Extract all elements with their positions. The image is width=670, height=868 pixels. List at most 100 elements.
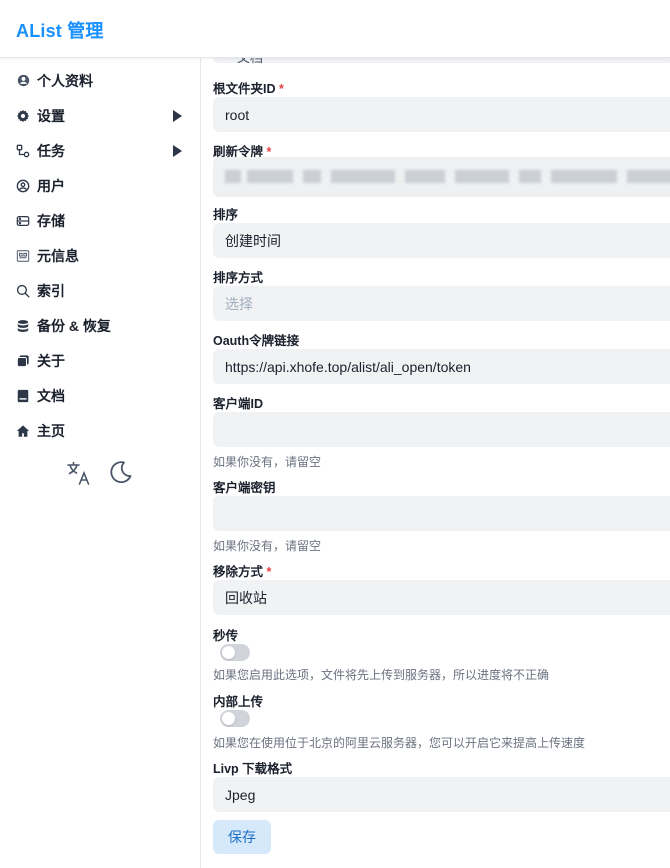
blurred-segment (247, 170, 293, 183)
sidebar-item-label: 索引 (37, 282, 65, 299)
blurred-segment (551, 170, 617, 183)
search-icon (16, 284, 30, 298)
header-bar: AList 管理 (0, 0, 670, 58)
chevron-right-icon (173, 109, 182, 122)
required-mark: * (266, 565, 272, 579)
translate-icon (65, 461, 93, 491)
app-logo[interactable]: AList 管理 (16, 17, 104, 43)
sidebar-item-storage[interactable]: 存储 (0, 203, 200, 238)
blurred-segment (225, 170, 241, 183)
client-secret-help: 如果你没有，请留空 (213, 539, 322, 553)
order-by-select[interactable]: 创建时间 (213, 223, 670, 258)
label-text: Oauth令牌链接 (213, 334, 300, 348)
user-icon (16, 179, 30, 193)
internal-upload-label: 内部上传 (213, 691, 263, 710)
sidebar-item-label: 个人资料 (37, 72, 93, 89)
blurred-segment (303, 170, 321, 183)
label-text: 排序 (213, 208, 239, 222)
label-text: 客户端ID (213, 397, 264, 411)
internal-upload-toggle[interactable] (220, 710, 250, 727)
book-icon (16, 389, 30, 403)
sidebar-item-profile[interactable]: 个人资料 (0, 63, 200, 98)
save-button[interactable]: 保存 (213, 820, 271, 854)
label-text: 根文件夹ID (213, 82, 276, 96)
label-text: 排序方式 (213, 271, 264, 285)
order-direction-select[interactable]: 选择 (213, 286, 670, 321)
select-placeholder: 选择 (225, 295, 253, 312)
field-value: https://api.xhofe.top/alist/ali_open/tok… (225, 358, 471, 375)
meta-icon (16, 249, 30, 263)
internal-upload-help: 如果您在使用位于北京的阿里云服务器，您可以开启它来提高上传速度 (213, 736, 586, 750)
livp-format-select[interactable]: Jpeg (213, 777, 670, 812)
tasks-icon (16, 144, 30, 158)
refresh-token-input[interactable] (213, 157, 670, 197)
label-text: 秒传 (213, 629, 239, 643)
sidebar-item-label: 主页 (37, 422, 65, 439)
rapid-upload-help: 如果您启用此选项，文件将先上传到服务器，所以进度将不正确 (213, 668, 550, 682)
sidebar-item-label: 元信息 (37, 247, 79, 264)
sidebar-item-label: 文档 (37, 387, 65, 404)
blurred-segment (627, 170, 670, 183)
theme-toggle-button[interactable] (107, 459, 137, 489)
client-secret-input[interactable] (213, 496, 670, 531)
language-button[interactable] (65, 459, 95, 489)
sidebar-item-home[interactable]: 主页 (0, 413, 200, 448)
sidebar-tools (0, 459, 200, 489)
field-partial-value: 文档 (237, 57, 264, 65)
order-direction-label: 排序方式 (213, 267, 263, 286)
sidebar-item-label: 任务 (37, 142, 65, 159)
sidebar-item-backup-restore[interactable]: 备份 & 恢复 (0, 308, 200, 343)
sidebar-item-docs[interactable]: 文档 (0, 378, 200, 413)
user-circle-icon (16, 74, 30, 88)
sidebar-item-label: 关于 (37, 352, 65, 369)
main-content: 文档 根文件夹ID * root 刷新令牌 * 排序 创建时间 排序方式 选择 … (201, 57, 670, 868)
home-icon (16, 424, 30, 438)
livp-format-label: Livp 下载格式 (213, 758, 292, 777)
blurred-segment (405, 170, 445, 183)
rapid-upload-toggle[interactable] (220, 644, 250, 661)
sidebar-item-label: 设置 (37, 107, 65, 124)
label-text: 内部上传 (213, 695, 264, 709)
blurred-segment (455, 170, 509, 183)
moon-icon (107, 461, 133, 489)
gear-icon (16, 109, 30, 123)
sidebar-item-settings[interactable]: 设置 (0, 98, 200, 133)
chevron-right-icon (173, 144, 182, 157)
root-folder-id-input[interactable]: root (213, 97, 670, 132)
sidebar-item-tasks[interactable]: 任务 (0, 133, 200, 168)
database-icon (16, 214, 30, 228)
blurred-segment (331, 170, 395, 183)
sidebar-item-label: 备份 & 恢复 (37, 317, 111, 334)
rapid-upload-label: 秒传 (213, 625, 238, 644)
required-mark: * (279, 82, 284, 96)
field-value: Jpeg (225, 786, 256, 803)
remove-way-label: 移除方式 * (213, 561, 271, 580)
oauth-token-url-input[interactable]: https://api.xhofe.top/alist/ali_open/tok… (213, 349, 670, 384)
client-id-help: 如果你没有，请留空 (213, 455, 322, 469)
backup-icon (16, 319, 30, 333)
order-by-label: 排序 (213, 204, 238, 223)
toggle-knob (222, 646, 235, 659)
sidebar-item-index[interactable]: 索引 (0, 273, 200, 308)
sidebar-item-label: 存储 (37, 212, 65, 229)
oauth-token-url-label: Oauth令牌链接 (213, 330, 299, 349)
label-text: 客户端密钥 (213, 481, 276, 495)
label-text: Livp 下载格式 (213, 762, 293, 776)
info-icon (16, 354, 30, 368)
client-id-label: 客户端ID (213, 393, 263, 412)
field-value: 创建时间 (225, 232, 281, 249)
sidebar-item-about[interactable]: 关于 (0, 343, 200, 378)
blurred-segment (519, 170, 541, 183)
sidebar-item-meta[interactable]: 元信息 (0, 238, 200, 273)
client-secret-label: 客户端密钥 (213, 477, 276, 496)
field-value: 回收站 (225, 589, 267, 606)
sidebar: 个人资料 设置 任务 用户 存储 元信息 索引 备份 & 恢复 关于 文档 主页 (0, 57, 201, 868)
sidebar-item-label: 用户 (37, 177, 65, 194)
sidebar-item-users[interactable]: 用户 (0, 168, 200, 203)
root-folder-id-label: 根文件夹ID * (213, 78, 284, 97)
toggle-knob (222, 712, 235, 725)
client-id-input[interactable] (213, 412, 670, 447)
remove-way-select[interactable]: 回收站 (213, 580, 670, 615)
label-text: 移除方式 (213, 565, 264, 579)
field-value: root (225, 106, 250, 123)
